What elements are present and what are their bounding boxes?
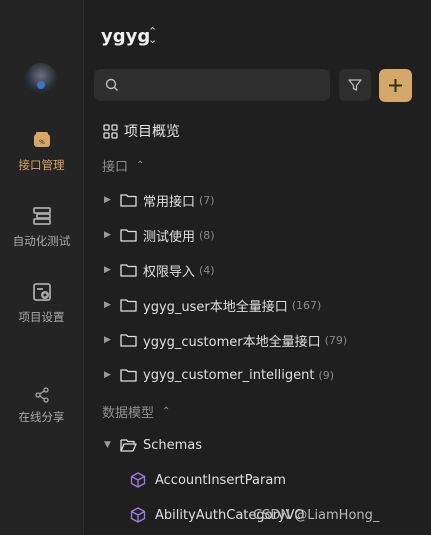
folder-row[interactable]: ▶ ygyg_customer_intelligent (9) — [104, 364, 334, 386]
folder-name: 常用接口 — [143, 194, 196, 210]
collapse-icon[interactable]: ⌃ — [162, 406, 170, 417]
folder-count: (167) — [291, 298, 322, 312]
section-heading: 接口 — [102, 160, 129, 175]
user-avatar[interactable] — [25, 63, 57, 95]
rail-item-share[interactable]: 在线分享 — [0, 387, 83, 425]
expand-arrow-icon[interactable]: ▶ — [104, 230, 114, 240]
project-name[interactable]: ygyg — [101, 26, 150, 47]
rail-label: 自动化测试 — [12, 234, 71, 248]
grid-icon — [103, 123, 118, 139]
share-icon — [34, 387, 49, 403]
collapse-arrow-icon[interactable]: ▼ — [104, 440, 114, 450]
rail-item-project-settings[interactable]: 项目设置 — [0, 281, 83, 325]
folder-icon — [120, 369, 137, 382]
rail-label: 在线分享 — [18, 410, 65, 424]
rail-label: 项目设置 — [18, 310, 65, 324]
folder-name: 权限导入 — [143, 264, 196, 280]
search-input[interactable] — [94, 69, 330, 101]
svg-text:%: % — [39, 139, 45, 146]
expand-arrow-icon[interactable]: ▶ — [104, 300, 114, 310]
folder-row[interactable]: ▶ 权限导入 (4) — [104, 259, 215, 281]
expand-arrow-icon[interactable]: ▶ — [104, 265, 114, 275]
folder-icon — [120, 264, 137, 277]
filter-icon — [348, 79, 362, 91]
rail-item-automation[interactable]: 自动化测试 — [0, 205, 83, 249]
folder-row[interactable]: ▶ ygyg_customer本地全量接口 (79) — [104, 329, 347, 351]
folder-name: ygyg_customer_intelligent — [143, 367, 315, 383]
rail-item-api-management[interactable]: % 接口管理 — [0, 129, 83, 173]
folder-count: (79) — [324, 333, 348, 347]
expand-arrow-icon[interactable]: ▶ — [104, 195, 114, 205]
cube-icon — [130, 472, 146, 488]
folder-row[interactable]: ▶ ygyg_user本地全量接口 (167) — [104, 294, 321, 316]
project-switch-icon[interactable]: ⌃ ⌄ — [148, 26, 157, 45]
folder-icon — [120, 334, 137, 347]
schema-item[interactable]: AccountInsertParam — [130, 469, 286, 491]
section-interfaces[interactable]: 接口 ⌃ — [102, 156, 144, 175]
collapse-icon[interactable]: ⌃ — [136, 160, 144, 171]
folder-icon — [120, 194, 137, 207]
section-heading: 数据模型 — [102, 406, 155, 421]
watermark: CSDN @LiamHong_ — [253, 508, 380, 523]
folder-count: (9) — [318, 368, 335, 382]
folder-row[interactable]: ▶ 测试使用 (8) — [104, 224, 215, 246]
folder-icon — [120, 299, 137, 312]
folder-open-icon — [120, 439, 137, 452]
api-tree-panel: ygyg ⌃ ⌄ 项目概览 接口 ⌃ ▶ 常用接口 (7) ▶ 测试使用 (8) … — [84, 0, 431, 535]
folder-name: ygyg_customer本地全量接口 — [143, 334, 321, 350]
schemas-folder-row[interactable]: ▼ Schemas — [104, 434, 202, 456]
overview-label: 项目概览 — [124, 124, 180, 140]
folder-count: (8) — [199, 228, 215, 242]
folder-name: ygyg_user本地全量接口 — [143, 299, 288, 315]
rail-label: 接口管理 — [18, 158, 65, 172]
add-button[interactable] — [379, 69, 412, 102]
project-overview-link[interactable]: 项目概览 — [103, 121, 180, 141]
expand-arrow-icon[interactable]: ▶ — [104, 335, 114, 345]
folder-icon — [120, 229, 137, 242]
automation-icon — [32, 207, 51, 225]
section-data-models[interactable]: 数据模型 ⌃ — [102, 402, 170, 421]
folder-count: (4) — [199, 263, 215, 277]
schema-name: AccountInsertParam — [155, 472, 286, 488]
settings-icon — [32, 283, 51, 301]
expand-arrow-icon[interactable]: ▶ — [104, 370, 114, 380]
filter-button[interactable] — [339, 69, 371, 101]
plus-icon — [389, 79, 402, 92]
cube-icon — [130, 507, 146, 523]
search-icon — [105, 78, 118, 91]
folder-name: 测试使用 — [143, 229, 196, 245]
folder-name: Schemas — [143, 437, 203, 453]
left-rail: % 接口管理 自动化测试 项目设置 在线分享 — [0, 0, 84, 535]
folder-count: (7) — [199, 193, 215, 207]
api-icon: % — [33, 132, 50, 147]
folder-row[interactable]: ▶ 常用接口 (7) — [104, 189, 215, 211]
